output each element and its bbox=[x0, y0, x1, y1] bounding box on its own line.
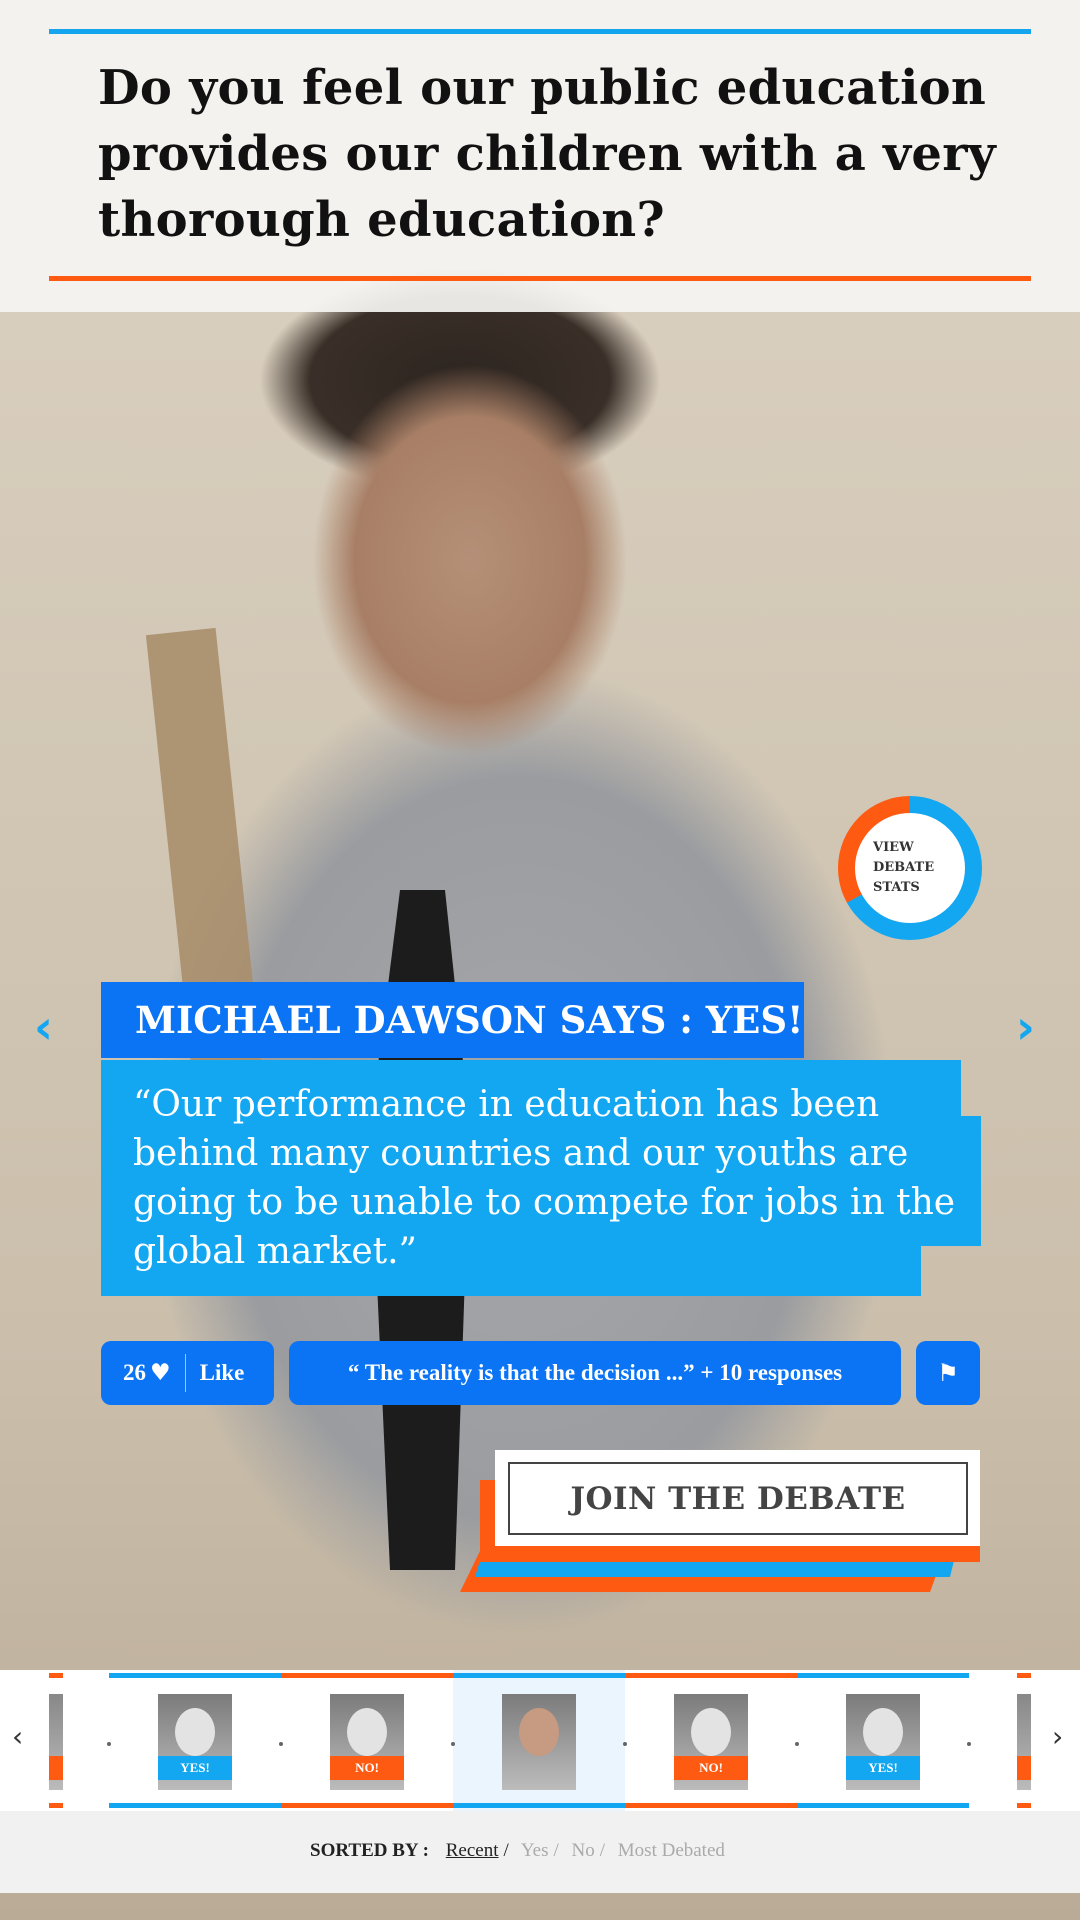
flag-icon: ⚑ bbox=[937, 1359, 959, 1387]
thumbnail-partial[interactable] bbox=[1017, 1670, 1031, 1811]
sort-options: SORTED BY : Recent / Yes / No / Most Debate… bbox=[310, 1840, 725, 1861]
question-header: Do you feel our public education provide… bbox=[0, 0, 1080, 312]
sort-bar: SORTED BY : Recent / Yes / No / Most Debate… bbox=[0, 1811, 1080, 1893]
vote-badge: NO! bbox=[330, 1756, 404, 1780]
join-debate-button[interactable]: JOIN THE DEBATE bbox=[508, 1462, 968, 1535]
avatar: YES! bbox=[846, 1694, 920, 1790]
separator-dot bbox=[451, 1742, 455, 1746]
separator-dot bbox=[967, 1742, 971, 1746]
avatar bbox=[502, 1694, 576, 1790]
response-thumbnail[interactable]: YES! bbox=[797, 1670, 969, 1811]
like-count: 26 bbox=[123, 1360, 146, 1385]
quote-text: “Our performance in education has been b… bbox=[133, 1084, 956, 1272]
separator-dot bbox=[279, 1742, 283, 1746]
response-thumbnail[interactable]: YES! bbox=[109, 1670, 281, 1811]
avatar: NO! bbox=[674, 1694, 748, 1790]
quote-box: “Our performance in education has been b… bbox=[101, 1060, 981, 1296]
separator-dot bbox=[623, 1742, 627, 1746]
sort-option-yes[interactable]: Yes bbox=[521, 1840, 549, 1861]
header-bottom-rule bbox=[49, 276, 1031, 281]
divider bbox=[184, 1354, 186, 1392]
strip-prev-icon[interactable]: ‹ bbox=[12, 1720, 23, 1753]
sort-option-recent[interactable]: Recent bbox=[446, 1840, 499, 1861]
view-debate-stats-button[interactable]: VIEW DEBATE STATS bbox=[838, 796, 982, 940]
avatar: NO! bbox=[330, 1694, 404, 1790]
heart-icon: ♥ bbox=[150, 1360, 171, 1386]
speaker-name: MICHAEL DAWSON SAYS : YES! bbox=[101, 982, 804, 1058]
chevron-right-icon[interactable]: › bbox=[1016, 1000, 1035, 1054]
separator-dot bbox=[795, 1742, 799, 1746]
chevron-left-icon[interactable]: ‹ bbox=[34, 1000, 53, 1054]
join-debate-block: JOIN THE DEBATE bbox=[460, 1450, 980, 1592]
responses-button[interactable]: “ The reality is that the decision ...” … bbox=[289, 1341, 901, 1405]
sort-label: SORTED BY : bbox=[310, 1840, 429, 1861]
response-thumbnail[interactable]: NO! bbox=[625, 1670, 797, 1811]
stats-label: VIEW DEBATE STATS bbox=[873, 840, 935, 895]
avatar: YES! bbox=[158, 1694, 232, 1790]
separator-dot bbox=[107, 1742, 111, 1746]
sort-option-most-debated[interactable]: Most Debated bbox=[618, 1840, 725, 1861]
question-title: Do you feel our public education provide… bbox=[98, 60, 996, 248]
vote-badge: NO! bbox=[674, 1756, 748, 1780]
response-thumbnail-strip: ‹ › YES! NO! NO! YES! bbox=[0, 1670, 1080, 1811]
vote-badge: YES! bbox=[846, 1756, 920, 1780]
response-thumbnail[interactable]: NO! bbox=[281, 1670, 453, 1811]
header-top-rule bbox=[49, 29, 1031, 34]
strip-next-icon[interactable]: › bbox=[1052, 1720, 1063, 1753]
like-label: Like bbox=[199, 1360, 245, 1385]
thumbnail-partial[interactable] bbox=[49, 1670, 63, 1811]
vote-badge: YES! bbox=[158, 1756, 232, 1780]
flag-button[interactable]: ⚑ bbox=[916, 1341, 980, 1405]
like-button[interactable]: 26 ♥ Like bbox=[101, 1341, 274, 1405]
stats-ring-center: VIEW DEBATE STATS bbox=[855, 813, 965, 923]
response-thumbnail[interactable] bbox=[453, 1670, 625, 1811]
sort-option-no[interactable]: No bbox=[572, 1840, 595, 1861]
responses-text: “ The reality is that the decision ...” … bbox=[347, 1360, 843, 1385]
